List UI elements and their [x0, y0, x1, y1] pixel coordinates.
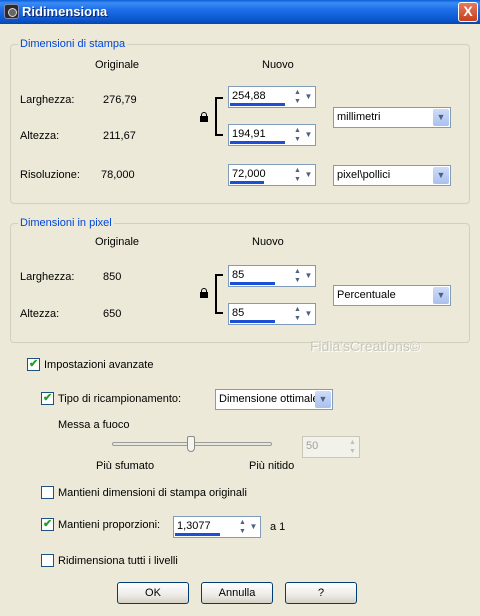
ratio-input[interactable]: 1,3077 ▲ ▼ ▼: [173, 516, 261, 538]
spin-arrows-icon[interactable]: ▲ ▼: [292, 166, 303, 184]
print-height-input[interactable]: 194,91 ▲ ▼ ▼: [228, 124, 316, 146]
chevron-down-icon[interactable]: ▼: [433, 109, 449, 126]
print-width-value: 254,88: [232, 90, 266, 102]
resolution-original: 78,000: [101, 169, 135, 181]
pixel-width-input[interactable]: 85 ▲ ▼ ▼: [228, 265, 316, 287]
print-width-input[interactable]: 254,88 ▲ ▼ ▼: [228, 86, 316, 108]
resample-value: Dimensione ottimale: [219, 393, 319, 405]
pixel-width-value: 85: [232, 269, 245, 281]
resize-all-layers-checkbox[interactable]: [41, 554, 54, 567]
title-bar: Ridimensiona X: [0, 0, 480, 24]
print-width-original: 276,79: [103, 94, 137, 106]
pixel-dimensions-title: Dimensioni in pixel: [18, 217, 114, 229]
pixel-height-input[interactable]: 85 ▲ ▼ ▼: [228, 303, 316, 325]
keep-proportions-checkbox[interactable]: [41, 517, 54, 531]
slider-max-label: Più nitido: [249, 460, 295, 472]
resample-label: Tipo di ricampionamento:: [58, 393, 182, 405]
resample-checkbox[interactable]: [41, 391, 54, 405]
print-width-progress: [230, 103, 285, 106]
sharpness-slider-thumb[interactable]: [187, 436, 195, 452]
sharpness-value: 50: [306, 440, 319, 452]
chevron-down-icon[interactable]: ▼: [303, 126, 314, 144]
print-dimensions-title: Dimensioni di stampa: [18, 38, 128, 50]
print-units-select[interactable]: millimetri ▼: [333, 107, 451, 128]
print-new-header: Nuovo: [262, 59, 294, 71]
spin-arrows-icon: ▲ ▼: [349, 439, 356, 455]
resize-all-layers-label: Ridimensiona tutti i livelli: [58, 555, 178, 567]
print-height-value: 194,91: [232, 128, 266, 140]
window-title: Ridimensiona: [22, 4, 108, 19]
chevron-down-icon[interactable]: ▼: [433, 167, 449, 184]
keep-proportions-label: Mantieni proporzioni:: [58, 519, 161, 531]
chevron-down-icon[interactable]: ▼: [248, 518, 259, 536]
keep-print-size-label: Mantieni dimensioni di stampa originali: [58, 487, 247, 499]
print-width-label: Larghezza:: [20, 94, 75, 106]
resolution-units-value: pixel\pollici: [337, 169, 391, 181]
watermark: Fidia'sCreations©: [310, 338, 421, 354]
chevron-down-icon[interactable]: ▼: [303, 166, 314, 184]
pixel-units-value: Percentuale: [337, 289, 396, 301]
slider-min-label: Più sfumato: [96, 460, 155, 472]
spin-arrows-icon[interactable]: ▲ ▼: [292, 267, 303, 285]
resample-select[interactable]: Dimensione ottimale ▼: [215, 389, 333, 410]
ratio-suffix: a 1: [270, 521, 286, 533]
resolution-progress: [230, 181, 264, 184]
spin-arrows-icon[interactable]: ▲ ▼: [292, 126, 303, 144]
resolution-label: Risoluzione:: [20, 169, 80, 181]
chevron-down-icon[interactable]: ▼: [315, 391, 331, 408]
cancel-button[interactable]: Annulla: [201, 582, 273, 604]
print-original-header: Originale: [95, 59, 140, 71]
pixel-height-original: 650: [103, 308, 122, 320]
ok-button[interactable]: OK: [117, 582, 189, 604]
print-height-original: 211,67: [103, 130, 136, 142]
pixel-original-header: Originale: [95, 236, 140, 248]
sharpness-label: Messa a fuoco: [58, 419, 130, 431]
advanced-settings-label: Impostazioni avanzate: [44, 359, 154, 371]
pixel-new-header: Nuovo: [252, 236, 284, 248]
spin-arrows-icon[interactable]: ▲ ▼: [237, 518, 248, 536]
lock-icon[interactable]: [200, 112, 208, 122]
chevron-down-icon[interactable]: ▼: [303, 267, 314, 285]
resolution-units-select[interactable]: pixel\pollici ▼: [333, 165, 451, 186]
ratio-progress: [175, 533, 220, 536]
advanced-settings-checkbox[interactable]: [27, 357, 40, 371]
pixel-width-original: 850: [103, 271, 122, 283]
lock-icon[interactable]: [200, 288, 208, 298]
ratio-value: 1,3077: [177, 520, 211, 532]
print-units-value: millimetri: [337, 111, 381, 123]
pixel-units-select[interactable]: Percentuale ▼: [333, 285, 451, 306]
pixel-height-value: 85: [232, 307, 245, 319]
pixel-lock-bracket: [215, 274, 223, 314]
print-height-progress: [230, 141, 285, 144]
chevron-down-icon[interactable]: ▼: [303, 305, 314, 323]
aspect-lock-bracket: [215, 97, 223, 136]
sharpness-input: 50 ▲ ▼: [302, 436, 360, 458]
chevron-down-icon[interactable]: ▼: [433, 287, 449, 304]
app-icon: [4, 4, 19, 19]
help-button[interactable]: ?: [285, 582, 357, 604]
keep-print-size-checkbox[interactable]: [41, 486, 54, 499]
chevron-down-icon[interactable]: ▼: [303, 88, 314, 106]
resolution-value: 72,000: [232, 168, 266, 180]
print-height-label: Altezza:: [20, 130, 60, 142]
resolution-input[interactable]: 72,000 ▲ ▼ ▼: [228, 164, 316, 186]
close-button[interactable]: X: [458, 2, 478, 22]
spin-arrows-icon[interactable]: ▲ ▼: [292, 305, 303, 323]
pixel-width-progress: [230, 282, 275, 285]
spin-arrows-icon[interactable]: ▲ ▼: [292, 88, 303, 106]
pixel-height-label: Altezza:: [20, 308, 60, 320]
pixel-width-label: Larghezza:: [20, 271, 75, 283]
pixel-height-progress: [230, 320, 275, 323]
